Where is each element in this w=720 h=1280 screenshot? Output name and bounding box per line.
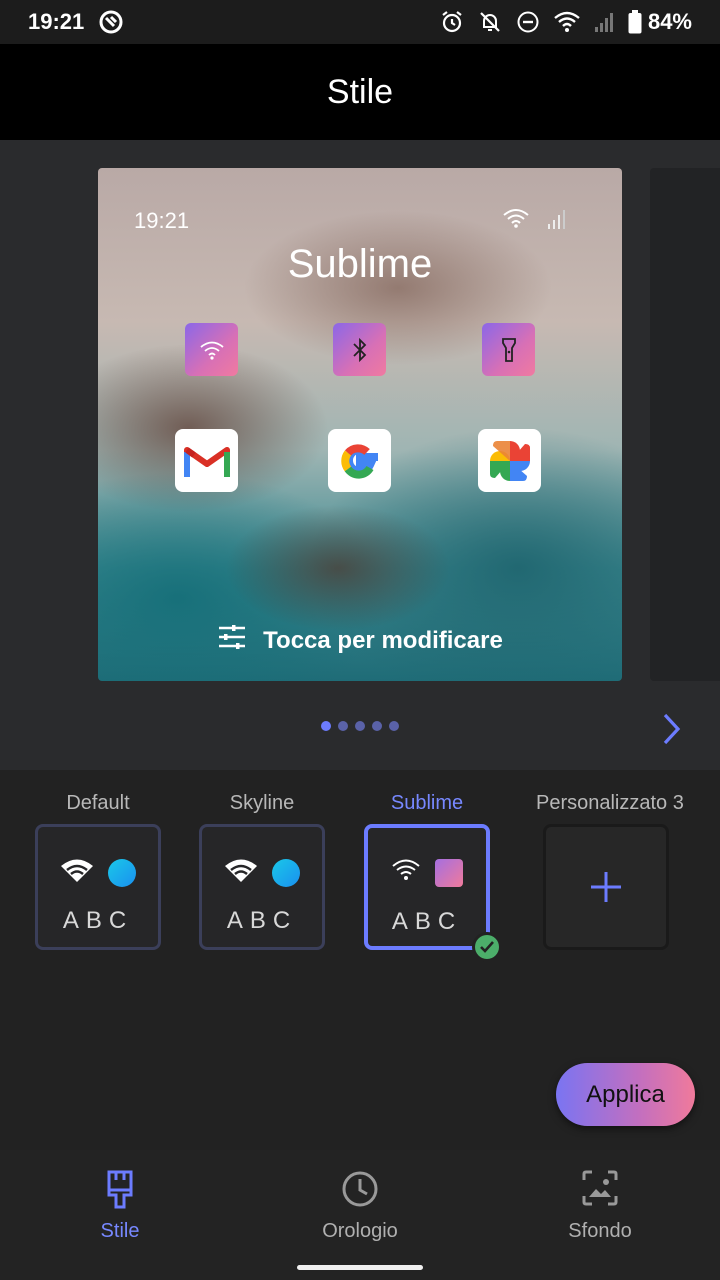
nav-item-sfondo[interactable]: Sfondo <box>520 1170 680 1243</box>
plus-icon <box>546 827 666 947</box>
nav-label: Stile <box>100 1220 140 1242</box>
wifi-icon <box>554 11 580 33</box>
style-thumbnail[interactable]: ABC <box>35 824 161 950</box>
next-preview-card[interactable] <box>650 168 720 681</box>
preview-style-name: Sublime <box>287 242 433 286</box>
page-indicator <box>321 721 399 731</box>
flashlight-icon <box>482 323 535 376</box>
clock-icon <box>341 1170 379 1210</box>
add-custom-style-button[interactable] <box>543 824 669 950</box>
style-picker: Default ABC Skyline ABC Sublime ABC Pers… <box>0 770 720 1150</box>
accent-dot <box>272 858 300 887</box>
page-title: Stile <box>326 72 394 111</box>
signal-icon <box>546 208 568 235</box>
style-sample-text: ABC <box>226 907 298 934</box>
style-sample-text: ABC <box>391 908 463 935</box>
style-option-skyline[interactable]: Skyline ABC <box>192 790 332 950</box>
check-icon <box>472 932 502 962</box>
style-thumbnail[interactable]: ABC <box>199 824 325 950</box>
status-time: 19:21 <box>28 9 85 34</box>
chevron-right-icon[interactable] <box>658 712 684 751</box>
nav-label: Sfondo <box>568 1220 632 1242</box>
style-label: Personalizzato 3 <box>536 792 684 814</box>
notifications-off-icon <box>478 10 502 34</box>
wifi-icon <box>391 858 421 887</box>
signal-icon <box>594 11 614 33</box>
style-thumbnail[interactable]: ABC <box>364 824 502 962</box>
dnd-icon <box>516 10 540 34</box>
page-dot <box>389 721 399 731</box>
page-dot <box>372 721 382 731</box>
wallpaper-icon <box>582 1170 618 1210</box>
apply-button-label: Applica <box>586 1080 665 1108</box>
brush-icon <box>105 1170 135 1210</box>
apply-button[interactable]: Applica <box>556 1063 695 1126</box>
style-label: Default <box>66 792 130 814</box>
home-indicator[interactable] <box>297 1265 423 1270</box>
style-preview-carousel[interactable]: 19:21 Sublime Tocca per modificare <box>0 140 720 770</box>
app-bar: Stile <box>0 44 720 140</box>
alarm-icon <box>440 10 464 34</box>
style-option-default[interactable]: Default ABC <box>28 790 168 950</box>
style-label: Sublime <box>390 792 464 814</box>
page-dot <box>338 721 348 731</box>
nav-item-orologio[interactable]: Orologio <box>280 1170 440 1243</box>
bluetooth-icon <box>333 323 386 376</box>
edit-prompt-label: Tocca per modificare <box>263 626 503 654</box>
assistant-icon <box>98 9 124 35</box>
page-dot <box>321 721 331 731</box>
gmail-icon <box>175 429 238 492</box>
nav-item-stile[interactable]: Stile <box>40 1170 200 1243</box>
bottom-navigation: Stile Orologio Sfondo <box>0 1150 720 1280</box>
battery-percent: 84% <box>647 9 692 34</box>
google-icon <box>328 429 391 492</box>
preview-time: 19:21 <box>134 208 190 233</box>
style-option-sublime[interactable]: Sublime ABC <box>357 790 502 962</box>
wifi-icon <box>224 857 258 888</box>
style-label: Skyline <box>229 792 295 814</box>
page-dot <box>355 721 365 731</box>
status-bar: 19:21 84% <box>0 0 720 44</box>
style-option-custom[interactable]: Personalizzato 3 <box>536 790 684 950</box>
sliders-icon <box>217 624 247 657</box>
style-preview-card[interactable]: 19:21 Sublime Tocca per modificare <box>98 168 622 681</box>
wifi-icon <box>60 857 94 888</box>
style-sample-text: ABC <box>62 907 134 934</box>
google-photos-icon <box>478 429 541 492</box>
accent-square <box>435 858 463 887</box>
accent-dot <box>108 858 136 887</box>
battery-icon <box>628 10 642 34</box>
edit-prompt[interactable]: Tocca per modificare <box>98 624 622 657</box>
wifi-tile-icon <box>185 323 238 376</box>
nav-label: Orologio <box>322 1220 398 1242</box>
wifi-icon <box>503 208 529 233</box>
